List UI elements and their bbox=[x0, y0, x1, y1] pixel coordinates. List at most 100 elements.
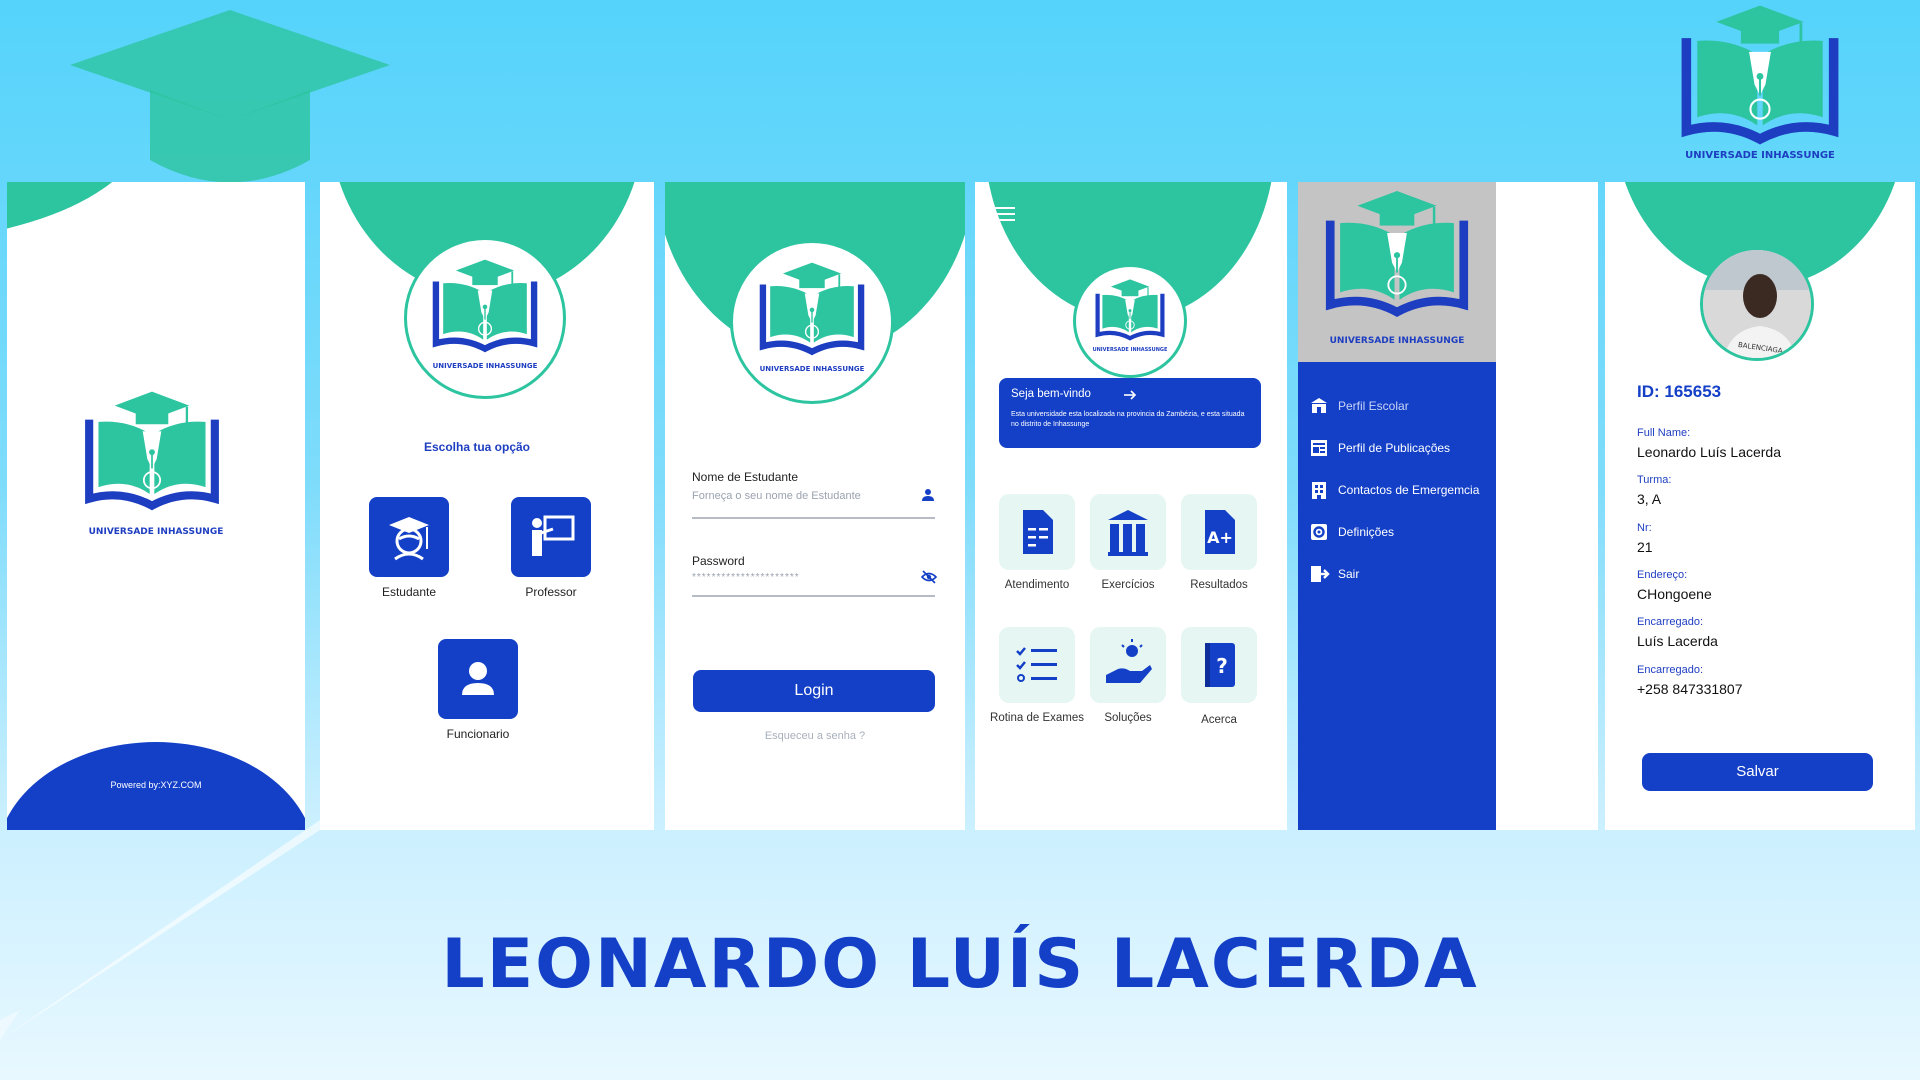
menu-overlay-background[interactable] bbox=[1496, 182, 1598, 830]
university-logo-icon bbox=[756, 259, 868, 359]
password-label: Password bbox=[692, 554, 745, 568]
profile-screen: BALENCIAGA ID: 165653 Full Name: Leonard… bbox=[1605, 182, 1915, 830]
menu-item-label: Perfil Escolar bbox=[1338, 399, 1409, 413]
teacher-board-icon bbox=[532, 515, 575, 556]
welcome-card[interactable]: Seja bem-vindo Esta universidade esta lo… bbox=[999, 378, 1261, 448]
student-graduate-icon bbox=[389, 517, 429, 561]
nr-label: Nr: bbox=[1637, 522, 1652, 534]
login-button[interactable]: Login bbox=[693, 670, 935, 712]
endereco-label: Endereço: bbox=[1637, 569, 1688, 581]
newspaper-icon bbox=[1311, 440, 1327, 456]
forgot-password-link[interactable]: Esqueceu a senha ? bbox=[665, 730, 965, 742]
menu-university-name: UNIVERSADE INHASSUNGE bbox=[1329, 336, 1465, 346]
rotina-exames-tile[interactable] bbox=[999, 627, 1075, 703]
menu-panel: Perfil Escolar Perfil de Publicações Con… bbox=[1298, 362, 1496, 830]
logo-circle: UNIVERSADE INHASSUNGE bbox=[404, 237, 566, 399]
student-id: ID: 165653 bbox=[1637, 382, 1722, 401]
document-checklist-icon bbox=[1023, 510, 1053, 554]
logo-university-name: UNIVERSADE INHASSUNGE bbox=[1092, 347, 1168, 353]
resultados-tile[interactable]: A+ bbox=[1181, 494, 1257, 570]
professor-option-button[interactable] bbox=[511, 497, 591, 577]
menu-item-label: Perfil de Publicações bbox=[1338, 441, 1451, 455]
menu-item-label: Definições bbox=[1338, 525, 1395, 539]
choose-heading: Escolha tua opção bbox=[423, 440, 531, 454]
endereco-value[interactable]: CHongoene bbox=[1637, 586, 1712, 602]
menu-item-contactos[interactable]: Contactos de Emergemcia bbox=[1308, 478, 1479, 502]
fullname-value[interactable]: Leonardo Luís Lacerda bbox=[1637, 444, 1781, 460]
logout-icon bbox=[1311, 566, 1330, 582]
student-option-button[interactable] bbox=[369, 497, 449, 577]
university-logo-icon bbox=[429, 256, 541, 356]
resultados-label: Resultados bbox=[1190, 579, 1248, 591]
encarregado-phone-label: Encarregado: bbox=[1637, 664, 1704, 676]
username-input[interactable]: Forneça o seu nome de Estudante bbox=[692, 490, 861, 502]
username-underline bbox=[692, 517, 935, 519]
exercicios-label: Exercícios bbox=[1101, 579, 1155, 591]
user-icon bbox=[462, 662, 494, 695]
library-books-icon bbox=[1108, 510, 1148, 556]
side-menu-screen: UNIVERSADE INHASSUNGE Perfil Escolar Per… bbox=[1298, 182, 1598, 830]
username-label: Nome de Estudante bbox=[692, 470, 799, 484]
author-name: LEONARDO LUÍS LACERDA bbox=[441, 925, 1479, 1004]
avatar[interactable]: BALENCIAGA bbox=[1700, 247, 1814, 361]
nr-value[interactable]: 21 bbox=[1637, 539, 1653, 555]
eye-off-icon[interactable] bbox=[921, 570, 937, 584]
fullname-label: Full Name: bbox=[1637, 427, 1691, 439]
logo-circle: UNIVERSADE INHASSUNGE bbox=[1073, 264, 1187, 378]
logo-university-name: UNIVERSADE INHASSUNGE bbox=[432, 362, 538, 370]
acerca-label: Acerca bbox=[1201, 714, 1237, 726]
logo-university-name: UNIVERSADE INHASSUNGE bbox=[759, 365, 865, 373]
atendimento-tile[interactable] bbox=[999, 494, 1075, 570]
solucoes-label: Soluções bbox=[1104, 712, 1152, 724]
choose-option-screen: UNIVERSADE INHASSUNGE Escolha tua opção … bbox=[320, 182, 654, 830]
university-logo-icon bbox=[1670, 0, 1850, 150]
atendimento-label: Atendimento bbox=[1004, 579, 1070, 591]
university-logo-icon bbox=[1094, 277, 1166, 343]
idea-hand-icon bbox=[1106, 639, 1152, 683]
encarregado-value[interactable]: Luís Lacerda bbox=[1637, 633, 1718, 649]
menu-item-label: Sair bbox=[1338, 567, 1360, 581]
exercicios-tile[interactable] bbox=[1090, 494, 1166, 570]
funcionario-option-label: Funcionario bbox=[446, 727, 510, 741]
professor-option-label: Professor bbox=[525, 585, 577, 599]
solucoes-tile[interactable] bbox=[1090, 627, 1166, 703]
turma-value[interactable]: 3, A bbox=[1637, 491, 1661, 507]
acerca-tile[interactable]: ? bbox=[1181, 627, 1257, 703]
question-book-icon: ? bbox=[1205, 643, 1235, 687]
encarregado-phone-value[interactable]: +258 847331807 bbox=[1637, 681, 1743, 697]
login-screen: UNIVERSADE INHASSUNGE Nome de Estudante … bbox=[665, 182, 965, 830]
menu-item-label: Contactos de Emergemcia bbox=[1338, 483, 1480, 497]
settings-icon bbox=[1311, 524, 1327, 540]
funcionario-option-button[interactable] bbox=[438, 639, 518, 719]
corner-brand-name: UNIVERSADE INHASSUNGE bbox=[1685, 150, 1835, 161]
menu-item-publicacoes[interactable]: Perfil de Publicações bbox=[1308, 436, 1450, 460]
logo-circle: UNIVERSADE INHASSUNGE bbox=[730, 240, 894, 404]
hamburger-menu-icon[interactable] bbox=[995, 206, 1015, 222]
svg-text:?: ? bbox=[1216, 654, 1228, 678]
password-underline bbox=[692, 595, 935, 597]
building-contacts-icon bbox=[1312, 482, 1326, 499]
svg-text:A+: A+ bbox=[1207, 528, 1233, 547]
menu-item-perfil-escolar[interactable]: Perfil Escolar bbox=[1308, 394, 1409, 418]
powered-by-text: Powered by:XYZ.COM bbox=[110, 780, 202, 790]
list-check-icon bbox=[1016, 647, 1057, 682]
splash-teal-corner bbox=[7, 182, 147, 242]
menu-header: UNIVERSADE INHASSUNGE bbox=[1298, 182, 1496, 362]
password-input[interactable]: ********************** bbox=[692, 572, 800, 583]
welcome-text: Esta universidade esta localizada na pro… bbox=[1011, 411, 1245, 428]
splash-university-name: UNIVERSADE INHASSUNGE bbox=[88, 527, 224, 537]
corner-brand-logo: UNIVERSADE INHASSUNGE bbox=[1670, 0, 1850, 170]
person-icon bbox=[922, 489, 934, 501]
encarregado-label: Encarregado: bbox=[1637, 616, 1704, 628]
university-logo-icon bbox=[1322, 186, 1472, 322]
grade-a-plus-icon: A+ bbox=[1205, 510, 1235, 554]
rotina-exames-label: Rotina de Exames bbox=[990, 712, 1084, 724]
welcome-title: Seja bem-vindo bbox=[1011, 388, 1091, 400]
menu-item-definicoes[interactable]: Definições bbox=[1308, 520, 1394, 544]
arrow-right-icon bbox=[1124, 390, 1137, 400]
save-button[interactable]: Salvar bbox=[1642, 753, 1873, 791]
menu-item-sair[interactable]: Sair bbox=[1308, 562, 1359, 586]
profile-photo: BALENCIAGA bbox=[1703, 250, 1811, 358]
home-screen: UNIVERSADE INHASSUNGE Seja bem-vindo Est… bbox=[975, 182, 1287, 830]
university-logo-icon bbox=[82, 387, 222, 515]
